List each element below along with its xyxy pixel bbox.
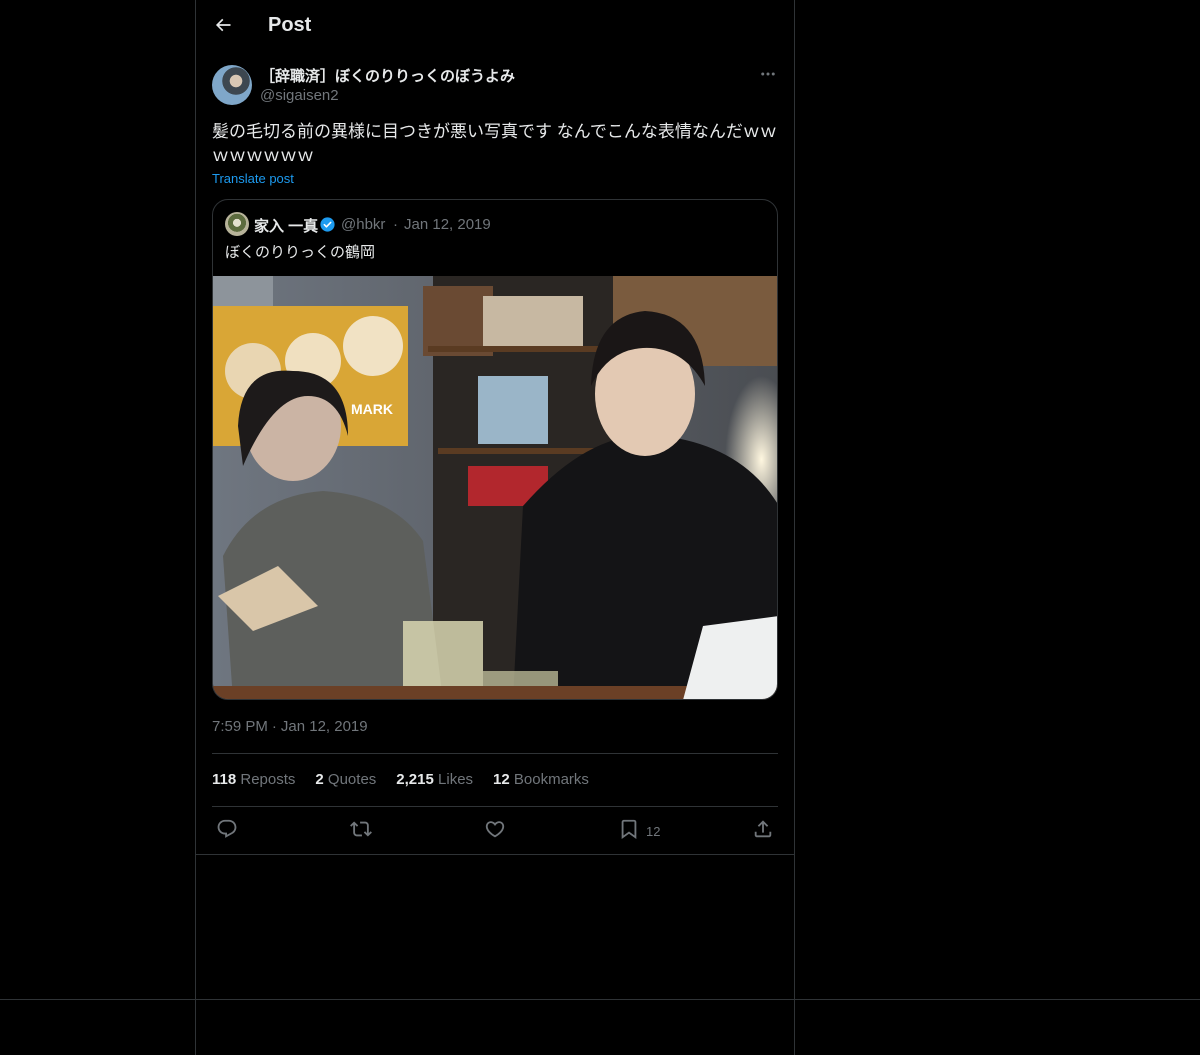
bookmarks-label: Bookmarks (513, 771, 589, 788)
back-button[interactable] (206, 10, 240, 44)
share-button[interactable] (752, 818, 774, 844)
quoted-post-card[interactable]: 家入 一真 @hbkr · Jan 12, 2019 ぼくのりりっくの鶴岡 MA… (212, 199, 778, 700)
quoted-separator: · (393, 216, 398, 233)
more-button[interactable] (754, 62, 782, 90)
repost-button[interactable] (350, 818, 372, 844)
share-icon (752, 818, 774, 845)
poster-sign: MARK (351, 401, 393, 417)
reposts-stat[interactable]: 118 Reposts (212, 771, 295, 788)
quotes-label: Quotes (327, 771, 377, 788)
post-date: Jan 12, 2019 (280, 718, 368, 735)
likes-count: 2,215 (396, 771, 434, 788)
quoted-date: Jan 12, 2019 (404, 216, 491, 233)
divider (212, 753, 778, 754)
quoted-author-avatar (225, 212, 249, 236)
reposts-label: Reposts (240, 771, 296, 788)
quoted-author-name: 家入 一真 (254, 218, 319, 235)
likes-label: Likes (438, 771, 474, 788)
page: Post ［辞職済］ぼくのりりっくのぼうよみ @sigaisen2 髪の毛切る前… (0, 0, 1200, 1055)
bookmark-icon (618, 818, 640, 845)
post-time: 7:59 PM (212, 718, 268, 735)
author-name[interactable]: ［辞職済］ぼくのりりっくのぼうよみ (260, 65, 515, 86)
back-arrow-icon (213, 15, 233, 40)
bookmark-button[interactable]: 12 (618, 818, 660, 844)
quotes-stat[interactable]: 2 Quotes (315, 771, 376, 788)
translate-post-link[interactable]: Translate post (212, 171, 294, 186)
reply-button[interactable] (216, 818, 238, 844)
bookmarks-stat[interactable]: 12 Bookmarks (493, 771, 589, 788)
more-icon (759, 65, 777, 88)
repost-icon (350, 818, 372, 845)
post-text: 髪の毛切る前の異様に目つきが悪い写真です なんでこんな表情なんだｗｗｗｗｗｗｗｗ (212, 122, 777, 165)
post-timestamp[interactable]: 7:59 PM · Jan 12, 2019 (212, 718, 368, 735)
like-icon (484, 818, 506, 845)
reposts-count: 118 (212, 771, 237, 788)
svg-text:MARK: MARK (351, 401, 393, 417)
column-divider-right (794, 0, 795, 1055)
timestamp-separator: · (271, 718, 277, 735)
quoted-text: ぼくのりりっくの鶴岡 (225, 244, 376, 261)
author-avatar[interactable] (212, 65, 252, 105)
column-divider-left (195, 0, 196, 1055)
author-handle[interactable]: @sigaisen2 (260, 87, 339, 104)
bottom-divider (0, 999, 1200, 1000)
likes-stat[interactable]: 2,215 Likes (396, 771, 473, 788)
post-end-divider (196, 854, 794, 855)
quotes-count: 2 (315, 771, 324, 788)
divider (212, 806, 778, 807)
quoted-photo[interactable]: MARK (213, 276, 778, 700)
page-title: Post (268, 14, 312, 36)
page-header: Post (196, 0, 794, 53)
reply-icon (216, 818, 238, 845)
bookmark-count: 12 (646, 823, 661, 839)
verified-icon (319, 216, 336, 233)
quoted-author-handle: @hbkr (341, 216, 386, 233)
post-stats: 118 Reposts 2 Quotes 2,215 Likes 12 Book… (212, 771, 589, 788)
like-button[interactable] (484, 818, 506, 844)
bookmarks-count: 12 (493, 771, 510, 788)
